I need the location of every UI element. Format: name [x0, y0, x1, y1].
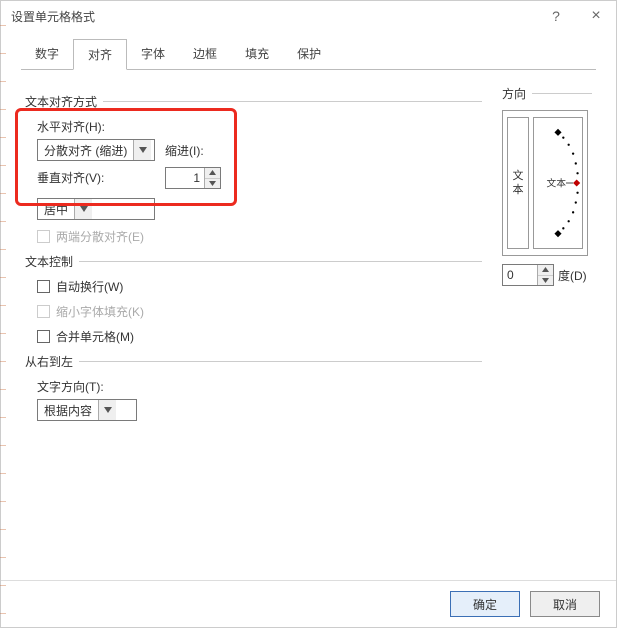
- arc-text-label: 文本: [546, 177, 566, 190]
- group-text-control: 文本控制: [25, 253, 482, 270]
- vertical-align-value: 居中: [38, 201, 74, 218]
- ok-button[interactable]: 确定: [450, 591, 520, 617]
- dialog-title: 设置单元格格式: [11, 8, 536, 25]
- merge-cells-label: 合并单元格(M): [56, 328, 134, 345]
- horizontal-align-value: 分散对齐 (缩进): [38, 142, 133, 159]
- degrees-label: 度(D): [558, 267, 587, 284]
- merge-cells-checkbox[interactable]: 合并单元格(M): [37, 328, 482, 345]
- indent-label: 缩进(I):: [165, 142, 204, 159]
- shrink-to-fit-label: 缩小字体填充(K): [56, 303, 144, 320]
- checkbox-icon: [37, 330, 50, 343]
- indent-value: 1: [166, 168, 204, 188]
- justify-distributed-label: 两端分散对齐(E): [56, 228, 144, 245]
- group-title-alignment: 文本对齐方式: [25, 93, 103, 110]
- spinner-arrows: [537, 265, 553, 285]
- degrees-value: 0: [503, 265, 537, 285]
- tab-alignment[interactable]: 对齐: [73, 39, 127, 70]
- checkbox-icon: [37, 280, 50, 293]
- degrees-spinner[interactable]: 0: [502, 264, 554, 286]
- tab-fill[interactable]: 填充: [231, 39, 283, 70]
- indent-spinner[interactable]: 1: [165, 167, 221, 189]
- help-button[interactable]: ?: [536, 1, 576, 31]
- group-rtl: 从右到左: [25, 353, 482, 370]
- orientation-control[interactable]: 文 本: [502, 110, 588, 256]
- text-direction-combo[interactable]: 根据内容: [37, 399, 137, 421]
- vertical-text-char1: 文: [513, 169, 524, 183]
- tab-border[interactable]: 边框: [179, 39, 231, 70]
- close-button[interactable]: ×: [576, 1, 616, 31]
- vertical-align-combo[interactable]: 居中: [37, 198, 155, 220]
- tab-protection[interactable]: 保护: [283, 39, 335, 70]
- chevron-down-icon: [74, 199, 92, 219]
- wrap-text-checkbox[interactable]: 自动换行(W): [37, 278, 482, 295]
- button-bar: 确定 取消: [1, 580, 616, 627]
- shrink-to-fit-checkbox: 缩小字体填充(K): [37, 303, 482, 320]
- horizontal-align-combo[interactable]: 分散对齐 (缩进): [37, 139, 155, 161]
- text-direction-label: 文字方向(T):: [37, 378, 482, 395]
- right-column: 方向 文 本: [502, 85, 592, 421]
- vertical-text-char2: 本: [513, 183, 524, 197]
- format-cells-dialog: 设置单元格格式 ? × 数字 对齐 字体 边框 填充 保护 文本对齐方式 水平对…: [0, 0, 617, 628]
- group-title-orientation: 方向: [502, 85, 532, 102]
- text-direction-value: 根据内容: [38, 402, 98, 419]
- tab-strip: 数字 对齐 字体 边框 填充 保护: [1, 31, 616, 71]
- spinner-arrows: [204, 168, 220, 188]
- titlebar: 设置单元格格式 ? ×: [1, 1, 616, 31]
- orientation-arc[interactable]: 文本: [533, 117, 583, 249]
- content-area: 文本对齐方式 水平对齐(H): 分散对齐 (缩进) 缩进(I):: [1, 71, 616, 580]
- tab-font[interactable]: 字体: [127, 39, 179, 70]
- horizontal-align-label: 水平对齐(H):: [37, 118, 482, 135]
- group-title-rtl: 从右到左: [25, 353, 79, 370]
- left-column: 文本对齐方式 水平对齐(H): 分散对齐 (缩进) 缩进(I):: [25, 85, 502, 421]
- tab-number[interactable]: 数字: [21, 39, 73, 70]
- checkbox-icon: [37, 230, 50, 243]
- group-orientation: 方向: [502, 85, 592, 102]
- cancel-button[interactable]: 取消: [530, 591, 600, 617]
- vertical-align-label: 垂直对齐(V):: [37, 169, 155, 186]
- wrap-text-label: 自动换行(W): [56, 278, 123, 295]
- orientation-vertical-text-button[interactable]: 文 本: [507, 117, 529, 249]
- justify-distributed-checkbox: 两端分散对齐(E): [37, 228, 482, 245]
- group-text-alignment: 文本对齐方式: [25, 93, 482, 110]
- chevron-up-icon[interactable]: [538, 265, 553, 276]
- chevron-up-icon[interactable]: [205, 168, 220, 179]
- chevron-down-icon: [133, 140, 151, 160]
- checkbox-icon: [37, 305, 50, 318]
- chevron-down-icon: [98, 400, 116, 420]
- chevron-down-icon[interactable]: [205, 179, 220, 189]
- chevron-down-icon[interactable]: [538, 276, 553, 286]
- group-title-text-control: 文本控制: [25, 253, 79, 270]
